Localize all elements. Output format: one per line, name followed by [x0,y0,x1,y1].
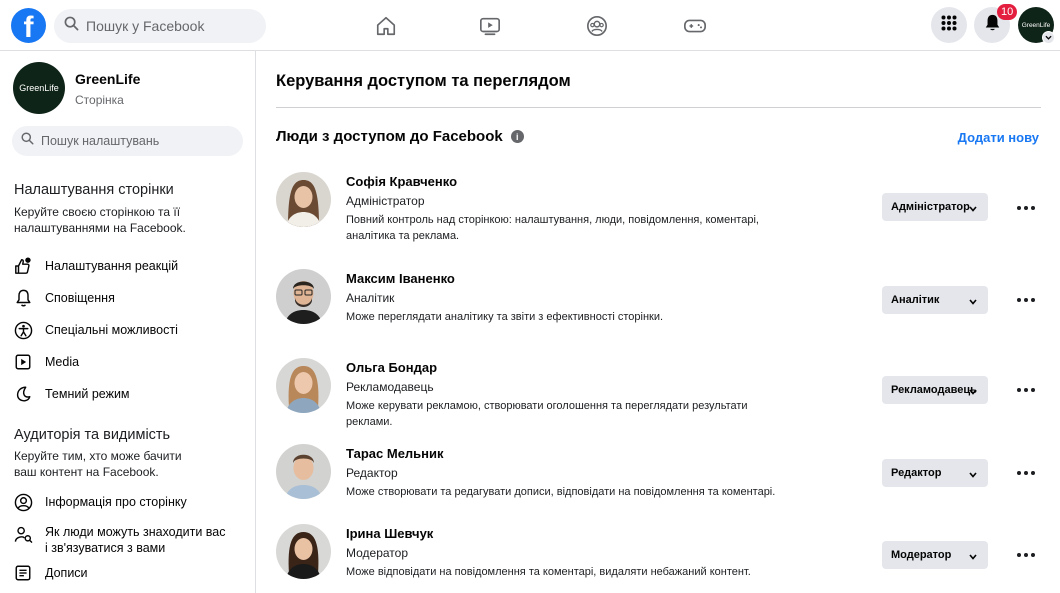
sidebar-item-label: Темний режим [45,387,130,401]
settings-search-input[interactable]: Пошук налаштувань [12,126,243,156]
person-role-description: Повний контроль над сторінкою: налаштува… [346,214,759,242]
top-navigation-bar: f Пошук у Facebook 10 GreenLife [0,0,1060,51]
page-title: Керування доступом та переглядом [276,72,571,90]
section-title-people: Люди з доступом до Facebook i [276,128,524,145]
groups-icon[interactable] [584,13,610,39]
moon-icon [13,384,33,404]
role-dropdown[interactable]: Модератор [882,541,988,569]
search-icon [64,16,79,36]
bell-icon [13,288,33,308]
add-new-button[interactable]: Додати нову [958,130,1039,145]
sidebar-item-label: Інформація про сторінку [45,495,187,509]
settings-sidebar: GreenLife GreenLife Сторінка Пошук налаш… [0,51,256,593]
page-avatar[interactable]: GreenLife [13,62,65,114]
sidebar-item-notifications[interactable]: Сповіщення [13,288,115,308]
role-dropdown[interactable]: Редактор [882,459,988,487]
more-options-button[interactable] [1017,205,1035,211]
page-logo-text: GreenLife [19,83,59,93]
access-management-panel: Керування доступом та переглядом Люди з … [257,51,1060,593]
home-icon[interactable] [373,13,399,39]
account-avatar[interactable]: GreenLife [1018,7,1055,44]
sidebar-item-label: Сповіщення [45,291,115,305]
more-options-button[interactable] [1017,387,1035,393]
posts-icon [13,563,33,583]
more-options-button[interactable] [1017,552,1035,558]
grid-icon [941,15,957,36]
sidebar-item-label: Налаштування реакцій [45,259,179,273]
menu-grid-button[interactable] [931,7,967,43]
role-dropdown-label: Аналітик [891,294,940,306]
person-role-description: Може переглядати аналітику та звіти з еф… [346,311,664,323]
person-name: Ірина Шевчук [346,526,434,541]
section-title-page-settings: Налаштування сторінки [14,182,174,198]
role-dropdown[interactable]: Адміністратор [882,193,988,221]
info-icon[interactable]: i [510,130,524,143]
sidebar-item-label: Media [45,355,80,369]
person-role-description: Може відповідати на повідомлення та коме… [346,566,751,578]
person-photo [276,269,331,324]
settings-search-placeholder: Пошук налаштувань [41,134,160,148]
person-role-description: Може керувати рекламою, створювати оголо… [346,400,748,428]
person-name: Тарас Мельник [346,446,444,461]
sidebar-item-label: Дописи [45,566,88,580]
person-role: Адміністратор [346,194,425,208]
chevron-down-icon [1042,31,1055,44]
person-name: Софія Кравченко [346,174,458,189]
person-name: Ольга Бондар [346,360,438,375]
people-search-icon [13,524,33,544]
person-role: Модератор [346,546,409,560]
avatar-logo-text: GreenLife [1021,21,1051,29]
gaming-icon[interactable] [682,13,708,39]
chevron-down-icon [969,551,977,563]
person-role: Редактор [346,466,398,480]
sidebar-item-posts[interactable]: Дописи [13,563,88,583]
reactions-icon [13,256,33,276]
section-desc-page-settings: Керуйте своєю сторінкою та її налаштуван… [14,205,186,235]
search-placeholder: Пошук у Facebook [86,18,205,34]
section-title-text: Люди з доступом до Facebook [276,128,503,145]
person-role: Аналітик [346,291,395,305]
person-role-description: Може створювати та редагувати дописи, ві… [346,486,776,498]
person-name: Максим Іваненко [346,271,455,286]
sidebar-item-dark-mode[interactable]: Темний режим [13,384,130,404]
section-title-audience: Аудиторія та видимість [14,427,171,443]
sidebar-item-media[interactable]: Media [13,352,79,372]
accessibility-icon [13,320,33,340]
chevron-down-icon [969,386,977,398]
facebook-logo[interactable]: f [11,8,46,44]
person-photo [276,358,331,413]
page-name[interactable]: GreenLife [75,71,140,87]
section-desc-audience: Керуйте тим, хто може бачити ваш контент… [14,449,182,479]
sidebar-item-label: Спеціальні можливості [45,323,178,337]
role-dropdown-label: Адміністратор [891,201,970,213]
person-photo [276,444,331,499]
more-options-button[interactable] [1017,470,1035,476]
person-role: Рекламодавець [346,380,434,394]
profile-icon [13,492,33,512]
sidebar-item-label: Як люди можуть знаходити вас і зв'язуват… [45,525,226,555]
chevron-down-icon [969,203,977,215]
sidebar-item-accessibility[interactable]: Спеціальні можливості [13,320,178,340]
page-type: Сторінка [75,93,124,107]
sidebar-item-page-info[interactable]: Інформація про сторінку [13,492,187,512]
sidebar-item-find-contact[interactable]: Як люди можуть знаходити вас і зв'язуват… [13,524,233,556]
facebook-search-input[interactable]: Пошук у Facebook [54,9,266,43]
search-icon [21,132,34,150]
video-icon[interactable] [477,13,503,39]
role-dropdown[interactable]: Аналітик [882,286,988,314]
person-photo [276,172,331,227]
notifications-badge: 10 [997,4,1018,20]
more-options-button[interactable] [1017,297,1035,303]
person-photo [276,524,331,579]
role-dropdown-label: Редактор [891,467,942,479]
role-dropdown-label: Рекламодавець [891,384,977,396]
sidebar-item-reactions[interactable]: Налаштування реакцій [13,256,178,276]
divider [276,107,1041,108]
role-dropdown[interactable]: Рекламодавець [882,376,988,404]
media-icon [13,352,33,372]
chevron-down-icon [969,469,977,481]
role-dropdown-label: Модератор [891,549,952,561]
chevron-down-icon [969,296,977,308]
